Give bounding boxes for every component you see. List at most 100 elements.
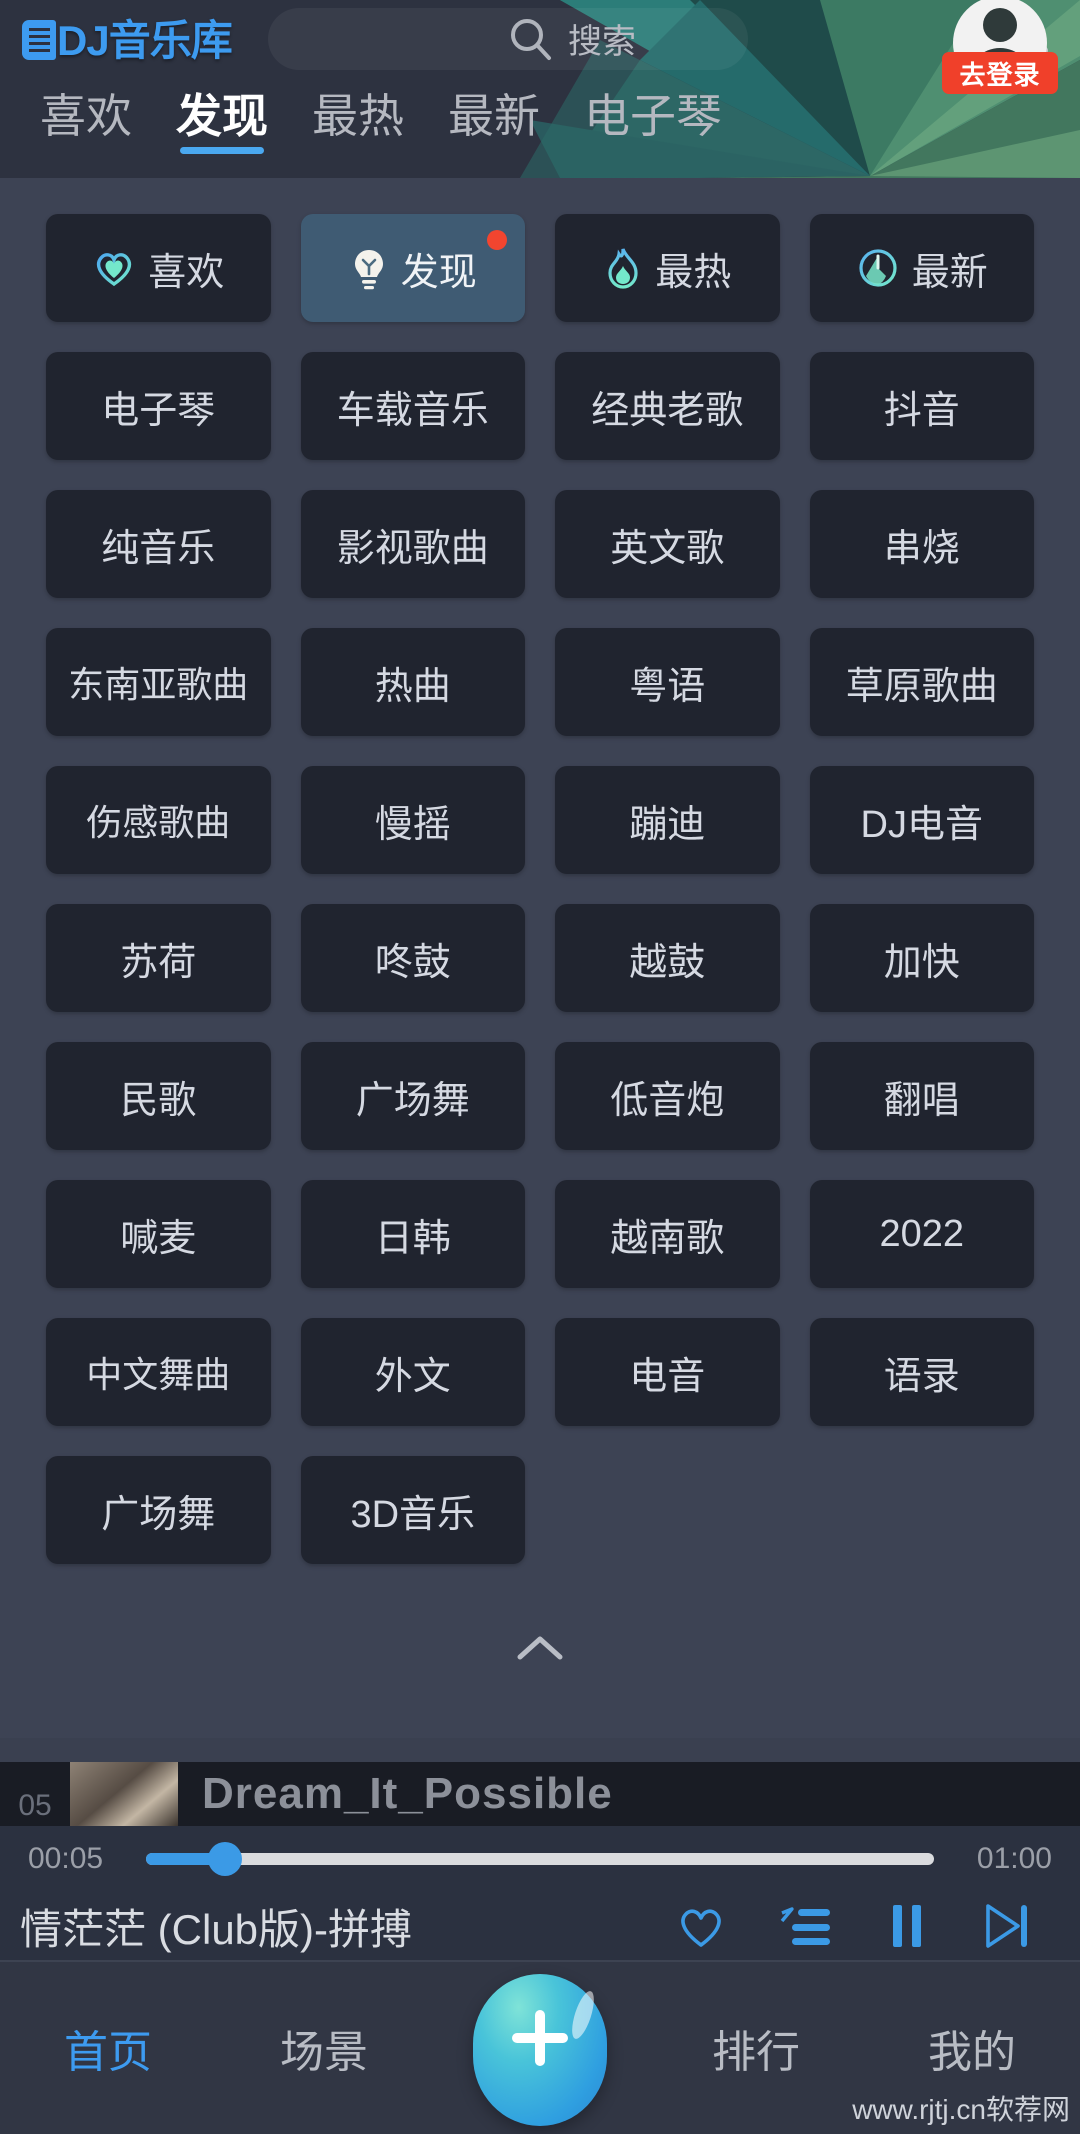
progress-slider[interactable] <box>146 1842 934 1876</box>
category-card[interactable]: 串烧 <box>809 490 1034 598</box>
category-card[interactable]: 日韩 <box>300 1180 525 1288</box>
account-area[interactable]: 去登录 <box>942 0 1058 96</box>
category-card[interactable]: 加快 <box>809 904 1034 1012</box>
category-label: 翻唱 <box>883 1079 960 1122</box>
category-label: 伤感歌曲 <box>86 802 231 843</box>
header-tabs: 喜欢 发现 最热 最新 电子琴 <box>0 82 1080 178</box>
category-card[interactable]: 咚鼓 <box>300 904 525 1012</box>
nav-item-ranking[interactable]: 排行 <box>648 2016 864 2080</box>
fab-gloss <box>567 1988 599 2042</box>
heart-icon <box>97 253 132 287</box>
pause-button[interactable] <box>884 1899 930 1953</box>
now-playing-title[interactable]: 情茫茫 (Club版)-拼搏 <box>20 1896 674 1957</box>
category-label: 纯音乐 <box>101 527 216 570</box>
category-card[interactable]: 抖音 <box>809 352 1034 460</box>
category-label: 民歌 <box>120 1079 197 1122</box>
app-logo[interactable]: DJ音乐库 <box>22 17 233 64</box>
category-card[interactable]: 语录 <box>809 1318 1034 1426</box>
category-label: 3D音乐 <box>350 1493 476 1536</box>
favorite-button[interactable] <box>674 1899 728 1953</box>
category-card[interactable]: 东南亚歌曲 <box>46 628 271 736</box>
category-card-zuire[interactable]: 最热 <box>555 214 780 322</box>
tab-zuixin[interactable]: 最新 <box>426 82 562 146</box>
category-card[interactable]: 英文歌 <box>555 490 780 598</box>
category-label: 慢摇 <box>374 803 451 846</box>
app-logo-text: DJ音乐库 <box>57 17 233 64</box>
category-card[interactable]: 伤感歌曲 <box>46 766 271 874</box>
collapse-categories-button[interactable] <box>0 1608 1080 1688</box>
category-card[interactable]: 越鼓 <box>555 904 780 1012</box>
category-card[interactable]: 3D音乐 <box>300 1456 525 1564</box>
category-card[interactable]: 经典老歌 <box>555 352 780 460</box>
category-card[interactable]: 纯音乐 <box>46 490 271 598</box>
tab-faxian[interactable]: 发现 <box>154 82 290 154</box>
category-label: 车载音乐 <box>336 389 489 432</box>
category-card[interactable]: 民歌 <box>46 1042 271 1150</box>
category-card[interactable]: 2022 <box>809 1180 1034 1288</box>
nav-label: 我的 <box>928 2028 1016 2077</box>
category-card[interactable]: 越南歌 <box>555 1180 780 1288</box>
category-card[interactable]: 车载音乐 <box>300 352 525 460</box>
category-card[interactable]: 外文 <box>300 1318 525 1426</box>
next-track-button[interactable] <box>980 1899 1032 1953</box>
category-label: 热曲 <box>374 665 451 708</box>
category-card[interactable]: 低音炮 <box>555 1042 780 1150</box>
new-badge-dot <box>487 230 507 250</box>
category-card-faxian[interactable]: 发现 <box>300 214 525 322</box>
category-card[interactable]: 广场舞 <box>46 1456 271 1564</box>
total-time: 01:00 <box>976 1842 1052 1875</box>
playlist-button[interactable] <box>778 1899 834 1953</box>
nav-item-mine[interactable]: 我的 <box>864 2016 1080 2080</box>
playlist-icon <box>780 1907 830 1945</box>
category-label: 咚鼓 <box>374 941 451 984</box>
category-label: 影视歌曲 <box>336 527 489 570</box>
category-label: 日韩 <box>374 1217 451 1260</box>
category-card[interactable]: 中文舞曲 <box>46 1318 271 1426</box>
category-card[interactable]: 喊麦 <box>46 1180 271 1288</box>
category-label: DJ电音 <box>860 803 983 846</box>
tab-active-underline <box>180 146 264 154</box>
category-label: 加快 <box>883 941 960 984</box>
category-label: 越南歌 <box>610 1217 725 1260</box>
nav-label: 场景 <box>280 2028 368 2077</box>
category-card[interactable]: 苏荷 <box>46 904 271 1012</box>
category-card[interactable]: 翻唱 <box>809 1042 1034 1150</box>
bottom-navigation: 首页 场景 发布作品 排行 我的 www.rjtj.cn软荐网 <box>0 1960 1080 2134</box>
tab-label: 电子琴 <box>584 90 722 142</box>
progress-knob[interactable] <box>207 1842 242 1876</box>
category-label: 越鼓 <box>629 941 706 984</box>
app-header: DJ音乐库 搜索 去登录 喜欢 发现 最热 最新 电子琴 <box>0 0 1080 178</box>
category-card[interactable]: 慢摇 <box>300 766 525 874</box>
logo-bars-icon <box>22 20 56 60</box>
app-root: DJ音乐库 搜索 去登录 喜欢 发现 最热 最新 电子琴 喜欢 发现 最热 最新… <box>0 0 1080 2134</box>
category-grid: 喜欢 发现 最热 最新 电子琴 车载音乐 经典老歌 抖音 纯音乐 影视歌曲 英文… <box>0 178 1080 1564</box>
publish-fab-button[interactable] <box>473 1974 607 2126</box>
category-card[interactable]: 电子琴 <box>46 352 271 460</box>
category-card[interactable]: 草原歌曲 <box>809 628 1034 736</box>
category-card[interactable]: 热曲 <box>300 628 525 736</box>
category-card-xihuan[interactable]: 喜欢 <box>46 214 271 322</box>
nav-item-home[interactable]: 首页 <box>0 2016 216 2080</box>
mini-player: 00:05 01:00 情茫茫 (Club版)-拼搏 <box>0 1826 1080 1960</box>
category-card[interactable]: 电音 <box>555 1318 780 1426</box>
login-badge[interactable]: 去登录 <box>942 52 1058 94</box>
category-card[interactable]: 蹦迪 <box>555 766 780 874</box>
search-affordance[interactable]: 搜索 <box>508 14 636 63</box>
nav-item-scene[interactable]: 场景 <box>216 2016 432 2080</box>
tab-zuire[interactable]: 最热 <box>290 82 426 146</box>
current-time: 00:05 <box>28 1842 104 1875</box>
player-controls <box>674 1899 1050 1953</box>
category-label: 串烧 <box>883 527 960 570</box>
tab-dianziqin[interactable]: 电子琴 <box>562 82 744 146</box>
category-card[interactable]: 影视歌曲 <box>300 490 525 598</box>
category-card[interactable]: 粤语 <box>555 628 780 736</box>
category-card-zuixin[interactable]: 最新 <box>809 214 1034 322</box>
search-icon <box>511 18 551 60</box>
category-label: 低音炮 <box>610 1079 725 1122</box>
player-progress-row: 00:05 01:00 <box>0 1826 1080 1892</box>
tab-xihuan[interactable]: 喜欢 <box>18 82 154 146</box>
category-card[interactable]: DJ电音 <box>809 766 1034 874</box>
category-card[interactable]: 广场舞 <box>300 1042 525 1150</box>
publish-label: 发布作品 <box>464 2128 616 2134</box>
song-list-row-peek[interactable]: 05 Dream_It_Possible <box>0 1762 1080 1826</box>
